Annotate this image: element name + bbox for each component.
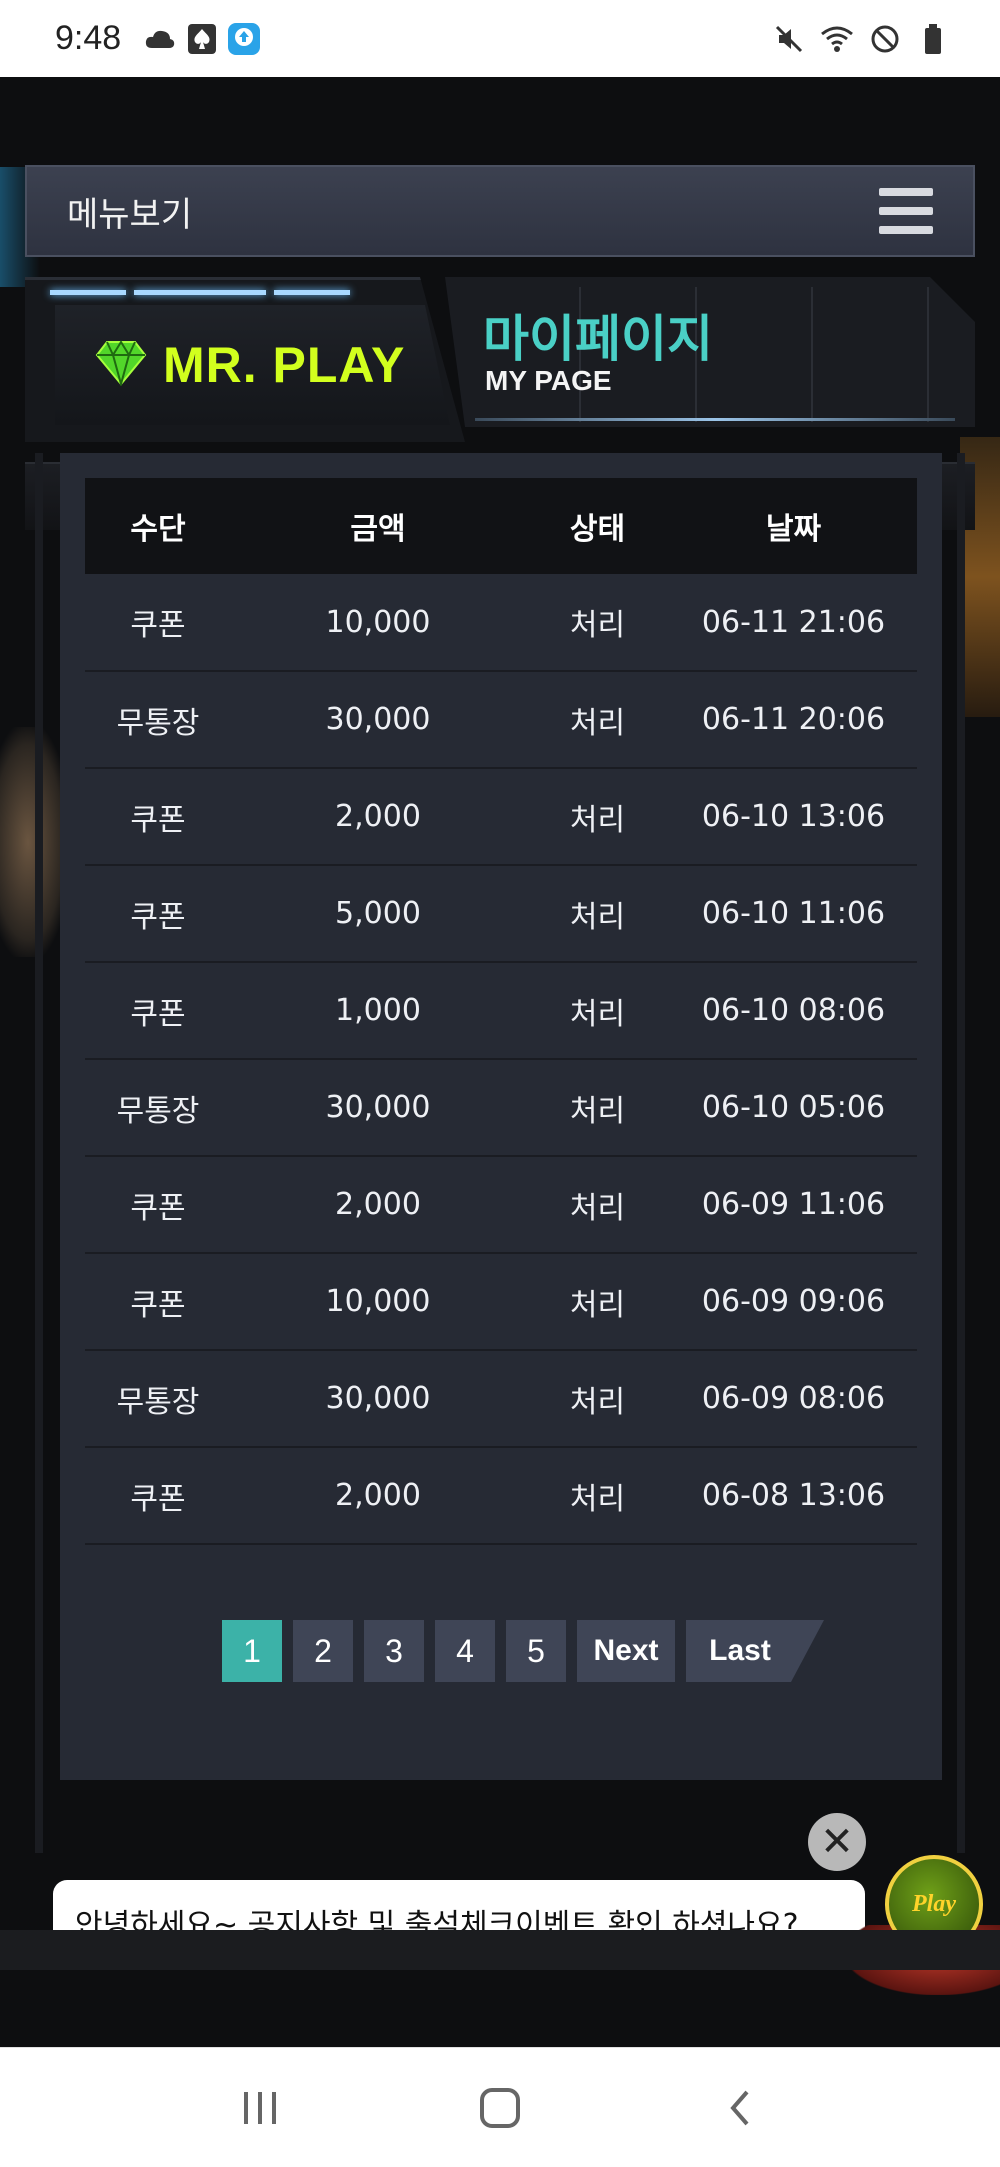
cell-amount: 5,000 <box>231 865 525 963</box>
cell-date: 06-10 11:06 <box>670 865 917 963</box>
cell-status: 처리 <box>525 574 670 672</box>
table-row: 쿠폰 2,000 처리 06-10 13:06 <box>85 768 917 866</box>
status-time: 9:48 <box>55 19 122 57</box>
wifi-icon <box>820 22 854 56</box>
page-button-1[interactable]: 1 <box>222 1620 282 1682</box>
table-header-row: 수단 금액 상태 날짜 <box>85 478 917 574</box>
cell-method: 무통장 <box>85 671 231 769</box>
table-row: 무통장 30,000 처리 06-09 08:06 <box>85 1350 917 1448</box>
cell-amount: 2,000 <box>231 768 525 866</box>
system-nav-bar <box>0 2047 1000 2167</box>
cell-amount: 30,000 <box>231 1059 525 1157</box>
table-row: 쿠폰 10,000 처리 06-09 09:06 <box>85 1253 917 1351</box>
spade-card-icon <box>185 22 219 56</box>
cell-status: 처리 <box>525 1350 670 1448</box>
cell-date: 06-08 13:06 <box>670 1447 917 1545</box>
cell-status: 처리 <box>525 865 670 963</box>
cell-method: 쿠폰 <box>85 1156 231 1254</box>
page-button-5[interactable]: 5 <box>506 1620 566 1682</box>
home-button[interactable] <box>460 2068 540 2148</box>
app-update-icon <box>227 22 261 56</box>
page-banner: MR. PLAY 마이페이지 MY PAGE <box>25 277 975 442</box>
table-row: 쿠폰 10,000 처리 06-11 21:06 <box>85 574 917 672</box>
cell-status: 처리 <box>525 962 670 1060</box>
panel-frame-right <box>957 453 965 1853</box>
cell-date: 06-11 21:06 <box>670 574 917 672</box>
table-row: 무통장 30,000 처리 06-11 20:06 <box>85 671 917 769</box>
cell-method: 쿠폰 <box>85 865 231 963</box>
do-not-disturb-icon <box>868 22 902 56</box>
cell-date: 06-11 20:06 <box>670 671 917 769</box>
page-title: 마이페이지 <box>483 310 713 368</box>
menu-label: 메뉴보기 <box>67 194 193 235</box>
cell-amount: 10,000 <box>231 1253 525 1351</box>
cell-date: 06-10 13:06 <box>670 768 917 866</box>
transaction-table: 수단 금액 상태 날짜 쿠폰 10,000 처리 06-11 21:06 무통장… <box>85 478 917 1545</box>
page-button-4[interactable]: 4 <box>435 1620 495 1682</box>
cell-status: 처리 <box>525 1059 670 1157</box>
cell-date: 06-10 08:06 <box>670 962 917 1060</box>
table-row: 쿠폰 5,000 처리 06-10 11:06 <box>85 865 917 963</box>
cell-amount: 2,000 <box>231 1156 525 1254</box>
table-row: 무통장 30,000 처리 06-10 05:06 <box>85 1059 917 1157</box>
cell-method: 쿠폰 <box>85 1447 231 1545</box>
column-header-status: 상태 <box>525 478 670 574</box>
cell-date: 06-09 09:06 <box>670 1253 917 1351</box>
column-header-amount: 금액 <box>231 478 525 574</box>
cell-method: 쿠폰 <box>85 1253 231 1351</box>
cell-method: 무통장 <box>85 1059 231 1157</box>
status-bar: 9:48 <box>0 0 1000 77</box>
hamburger-menu-icon[interactable] <box>879 188 933 234</box>
home-icon <box>480 2087 520 2128</box>
table-row: 쿠폰 2,000 처리 06-09 11:06 <box>85 1156 917 1254</box>
cell-amount: 10,000 <box>231 574 525 672</box>
cell-amount: 30,000 <box>231 1350 525 1448</box>
table-row: 쿠폰 2,000 처리 06-08 13:06 <box>85 1447 917 1545</box>
cloud-icon <box>143 22 177 56</box>
mute-icon <box>772 22 806 56</box>
panel-frame-left <box>35 453 43 1853</box>
recent-apps-button[interactable] <box>220 2068 300 2148</box>
cell-status: 처리 <box>525 1253 670 1351</box>
cell-status: 처리 <box>525 768 670 866</box>
next-page-button[interactable]: Next <box>577 1620 675 1682</box>
table-row: 쿠폰 1,000 처리 06-10 08:06 <box>85 962 917 1060</box>
cell-amount: 1,000 <box>231 962 525 1060</box>
cell-status: 처리 <box>525 1447 670 1545</box>
menu-bar[interactable]: 메뉴보기 <box>25 165 975 257</box>
cell-method: 쿠폰 <box>85 768 231 866</box>
back-button[interactable] <box>700 2068 780 2148</box>
pagination: 1 2 3 4 5 Next Last <box>222 1620 824 1682</box>
cell-method: 쿠폰 <box>85 574 231 672</box>
column-header-method: 수단 <box>85 478 231 574</box>
cell-date: 06-10 05:06 <box>670 1059 917 1157</box>
brand-logo[interactable]: MR. PLAY <box>55 305 450 425</box>
page-subtitle: MY PAGE <box>485 365 612 396</box>
battery-icon <box>916 22 950 56</box>
page-button-3[interactable]: 3 <box>364 1620 424 1682</box>
cell-method: 쿠폰 <box>85 962 231 1060</box>
cell-status: 처리 <box>525 1156 670 1254</box>
page-button-2[interactable]: 2 <box>293 1620 353 1682</box>
cell-amount: 2,000 <box>231 1447 525 1545</box>
diamond-icon <box>95 340 147 390</box>
brand-name: MR. PLAY <box>163 337 406 393</box>
cell-date: 06-09 08:06 <box>670 1350 917 1448</box>
cell-status: 처리 <box>525 671 670 769</box>
cell-date: 06-09 11:06 <box>670 1156 917 1254</box>
cell-amount: 30,000 <box>231 671 525 769</box>
last-page-button[interactable]: Last <box>686 1620 824 1682</box>
back-icon <box>730 2090 749 2125</box>
mascot-text: Play <box>912 1890 956 1917</box>
column-header-date: 날짜 <box>670 478 917 574</box>
recent-apps-icon <box>244 2091 276 2124</box>
footer-strip <box>0 1930 1000 1970</box>
banner-lights <box>50 290 350 295</box>
cell-method: 무통장 <box>85 1350 231 1448</box>
page-title-panel: 마이페이지 MY PAGE <box>445 277 975 427</box>
